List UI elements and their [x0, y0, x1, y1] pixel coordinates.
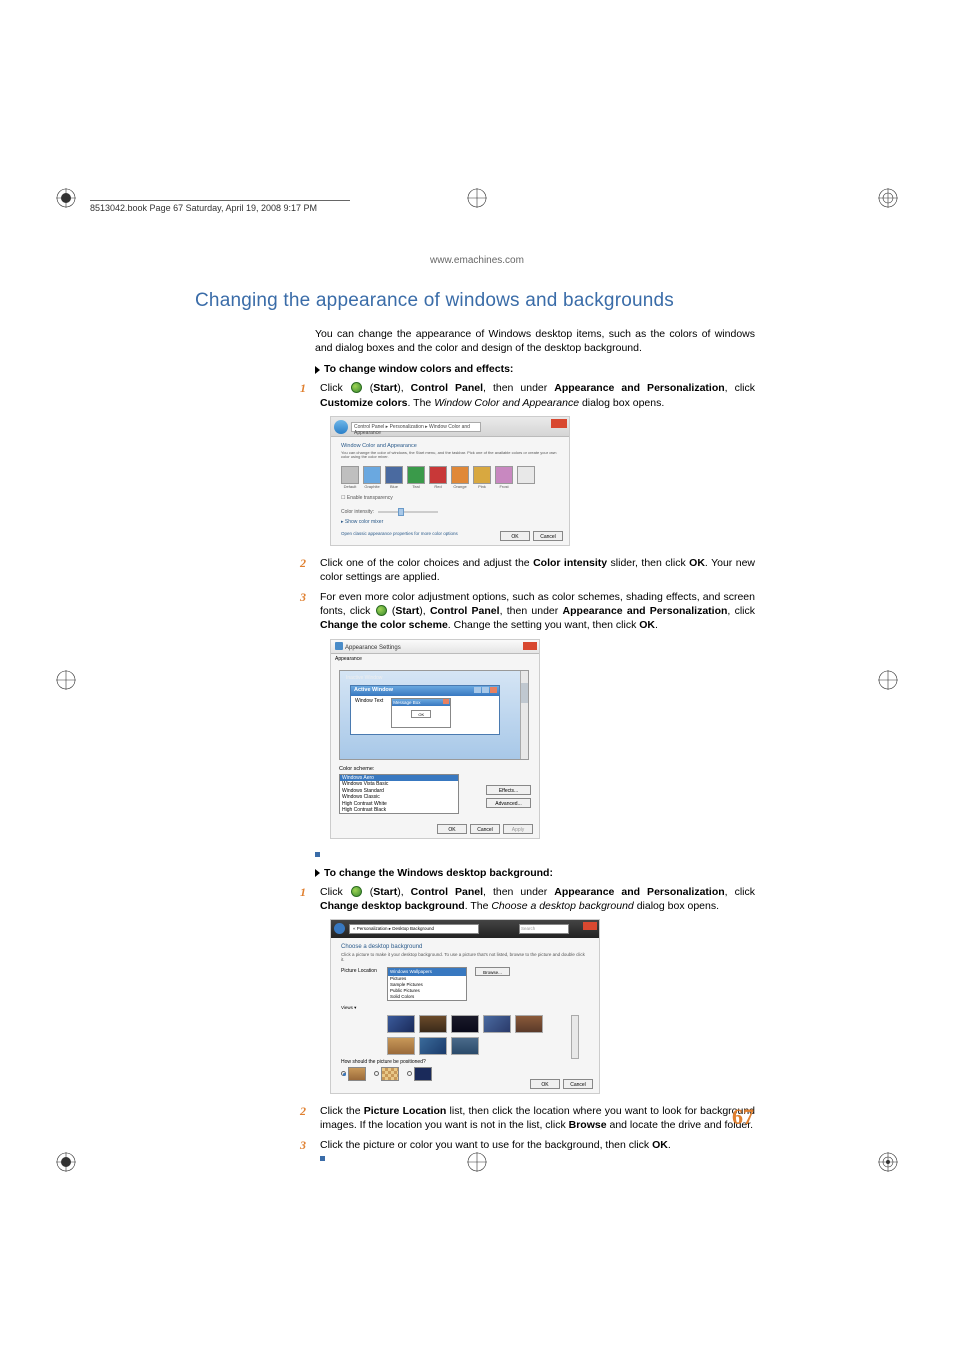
advanced-button[interactable]: Advanced... [486, 798, 531, 808]
tab-appearance[interactable]: Appearance [331, 654, 539, 664]
swatch-row: DefaultGraphiteBlueTealRedOrangePinkFros… [341, 466, 559, 489]
cancel-button[interactable]: Cancel [470, 824, 500, 834]
triangle-icon [315, 869, 320, 877]
desktop-background-dialog: « Personalization ▸ Desktop Background S… [330, 919, 600, 1094]
scrollbar[interactable] [520, 671, 528, 759]
crop-mark-icon [878, 188, 898, 208]
close-icon[interactable] [551, 419, 567, 428]
wallpaper-thumbnail[interactable] [387, 1015, 415, 1033]
color-swatch[interactable] [451, 466, 469, 484]
message-box-preview: Message Box OK [391, 698, 451, 728]
crop-mark-icon [56, 670, 76, 690]
location-dropdown[interactable]: Windows WallpapersPicturesSample Picture… [387, 967, 467, 1001]
step-2: 2 Click one of the color choices and adj… [300, 556, 755, 584]
subhead-background: To change the Windows desktop background… [315, 867, 755, 879]
step-1: 1 Click (Start), Control Panel, then und… [300, 381, 755, 409]
close-icon[interactable] [583, 922, 597, 930]
wallpaper-thumbnail[interactable] [483, 1015, 511, 1033]
appearance-settings-dialog: Appearance Settings Appearance Inactive … [330, 639, 540, 839]
subhead-colors: To change window colors and effects: [315, 363, 755, 375]
active-window-preview: Active Window Window Text Message Box OK [350, 685, 500, 735]
crop-mark-icon [467, 188, 487, 208]
color-swatch[interactable] [429, 466, 447, 484]
window-color-dialog: Control Panel ▸ Personalization ▸ Window… [330, 416, 570, 546]
crop-mark-icon [878, 670, 898, 690]
color-swatch[interactable] [341, 466, 359, 484]
vista-icon [335, 642, 343, 650]
location-option[interactable]: Solid Colors [388, 994, 466, 1000]
inactive-window-label: Inactive Window [346, 675, 466, 681]
crop-mark-icon [56, 188, 76, 208]
triangle-icon [315, 366, 320, 374]
position-label: How should the picture be positioned? [341, 1059, 589, 1065]
breadcrumb[interactable]: « Personalization ▸ Desktop Background [349, 924, 479, 934]
back-icon[interactable] [334, 420, 348, 434]
cancel-button[interactable]: Cancel [563, 1079, 593, 1089]
page-number: 67 [732, 1104, 754, 1130]
position-option[interactable] [374, 1067, 399, 1081]
wallpaper-thumbnail[interactable] [387, 1037, 415, 1055]
start-icon [376, 605, 387, 616]
views-button[interactable]: Views ▾ [341, 1005, 589, 1011]
wallpaper-thumbnail[interactable] [419, 1037, 447, 1055]
address-bar[interactable]: Control Panel ▸ Personalization ▸ Window… [351, 422, 481, 432]
cancel-button[interactable]: Cancel [533, 531, 563, 541]
location-label: Picture Location [341, 967, 383, 974]
dialog-subtitle: You can change the color of windows, the… [341, 451, 559, 461]
crop-mark-icon [56, 1152, 76, 1172]
wallpaper-thumbnail[interactable] [419, 1015, 447, 1033]
step-1b: 1 Click (Start), Control Panel, then und… [300, 885, 755, 913]
browse-button[interactable]: Browse... [475, 967, 510, 976]
intro-text: You can change the appearance of Windows… [315, 327, 755, 355]
wallpaper-thumbnail[interactable] [515, 1015, 543, 1033]
color-swatch[interactable] [495, 466, 513, 484]
scrollbar[interactable] [571, 1015, 579, 1059]
ok-button[interactable]: OK [437, 824, 467, 834]
start-icon [351, 382, 362, 393]
back-icon[interactable] [334, 923, 345, 934]
page-title: Changing the appearance of windows and b… [195, 290, 755, 312]
wallpaper-thumbnail[interactable] [451, 1037, 479, 1055]
position-option[interactable] [341, 1067, 366, 1081]
scheme-option[interactable]: High Contrast Black [340, 807, 458, 814]
intensity-slider[interactable]: Color intensity: [341, 509, 559, 515]
dialog-header: Control Panel ▸ Personalization ▸ Window… [331, 417, 569, 437]
scheme-listbox[interactable]: Windows AeroWindows Vista BasicWindows S… [339, 774, 459, 814]
scheme-label: Color scheme: [339, 766, 531, 772]
location-option[interactable]: Windows Wallpapers [388, 968, 466, 976]
preview-area: Inactive Window Active Window Window Tex… [339, 670, 529, 760]
dialog-subtitle: Click a picture to make it your desktop … [341, 952, 589, 963]
end-marker-icon [320, 1156, 325, 1161]
start-icon [351, 886, 362, 897]
color-mixer-link[interactable]: ▸ Show color mixer [341, 519, 559, 525]
step-3b: 3 Click the picture or color you want to… [300, 1138, 755, 1166]
step-3: 3 For even more color adjustment options… [300, 590, 755, 633]
end-marker-icon [315, 852, 320, 857]
ok-button[interactable]: OK [500, 531, 530, 541]
ok-button[interactable]: OK [530, 1079, 560, 1089]
wallpaper-thumbnail[interactable] [451, 1015, 479, 1033]
apply-button[interactable]: Apply [503, 824, 533, 834]
effects-button[interactable]: Effects... [486, 785, 531, 795]
thumbnail-grid [387, 1015, 567, 1055]
url-header: www.emachines.com [0, 255, 954, 266]
dialog-titlebar: Appearance Settings [331, 640, 539, 654]
position-option[interactable] [407, 1067, 432, 1081]
close-icon[interactable] [523, 642, 537, 650]
page-header: 8513042.book Page 67 Saturday, April 19,… [90, 200, 350, 213]
crop-mark-icon [878, 1152, 898, 1172]
search-input[interactable]: Search [519, 924, 569, 934]
color-swatch[interactable] [517, 466, 535, 484]
color-swatch[interactable] [385, 466, 403, 484]
color-swatch[interactable] [473, 466, 491, 484]
color-swatch[interactable] [407, 466, 425, 484]
color-swatch[interactable] [363, 466, 381, 484]
dialog-header: « Personalization ▸ Desktop Background S… [331, 920, 599, 938]
step-2b: 2 Click the Picture Location list, then … [300, 1104, 755, 1132]
transparency-checkbox[interactable]: ☐ Enable transparency [341, 495, 559, 501]
dialog-title: Window Color and Appearance [341, 443, 559, 449]
dialog-title: Choose a desktop background [341, 944, 589, 950]
